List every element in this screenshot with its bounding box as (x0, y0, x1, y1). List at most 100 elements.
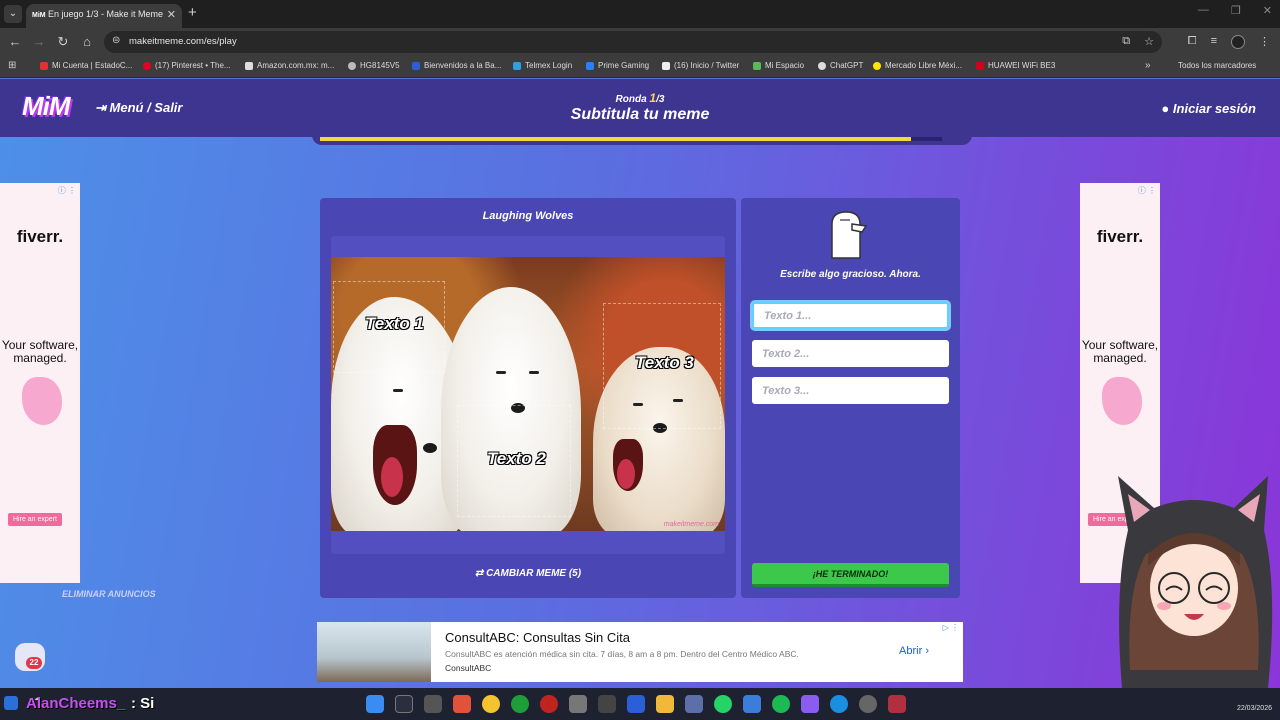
folder-icon[interactable] (656, 695, 674, 713)
caption-input-1[interactable] (752, 302, 949, 329)
bookmark-item[interactable]: (16) Inicio / Twitter (662, 61, 739, 70)
wolf-eye (529, 371, 539, 374)
menu-dots-icon[interactable]: ⋮ (1259, 35, 1270, 49)
network-app-icon[interactable] (685, 695, 703, 713)
ad-choices-icon[interactable]: ▷ ⋮ (943, 623, 959, 632)
bookmark-item[interactable]: Prime Gaming (586, 61, 649, 70)
meme-image: Texto 1 Texto 2 Texto 3 makeitmeme.com (331, 257, 725, 531)
remove-ads-link[interactable]: ELIMINAR ANUNCIOS (62, 589, 156, 599)
search-icon[interactable] (395, 695, 413, 713)
site-header: MiM ⇥ Menú / Salir Ronda 1/3 Subtitula t… (0, 79, 1280, 137)
bottom-ad[interactable]: ConsultABC: Consultas Sin Cita ConsultAB… (317, 622, 963, 682)
meme-text-2: Texto 2 (487, 449, 546, 468)
mercado-libre-icon (873, 61, 881, 70)
toolbar-actions: ⧠ ≡ ⋮ (1188, 35, 1270, 49)
obs-icon[interactable] (859, 695, 877, 713)
cast-icon[interactable]: ⧉ (1122, 35, 1130, 48)
discord-icon[interactable] (801, 695, 819, 713)
widgets-icon[interactable] (4, 696, 18, 710)
caption-input-3[interactable] (752, 377, 949, 404)
ad-cta-button[interactable]: Hire an expert (8, 513, 62, 526)
task-view-icon[interactable] (424, 695, 442, 713)
bookmark-item[interactable]: Bienvenidos a la Ba... (412, 61, 501, 70)
app-red-icon[interactable] (888, 695, 906, 713)
reload-icon[interactable]: ↻ (54, 33, 72, 51)
media-icon[interactable]: ≡ (1211, 35, 1217, 49)
game-page: MiM ⇥ Menú / Salir Ronda 1/3 Subtitula t… (0, 79, 1280, 688)
timer-track (320, 137, 942, 141)
ad-illustration (1102, 377, 1142, 425)
edge-icon[interactable] (830, 695, 848, 713)
bank-icon (412, 61, 420, 70)
ad-open-button[interactable]: Abrir › (899, 645, 929, 657)
spotify-icon[interactable] (772, 695, 790, 713)
url-text[interactable]: makeitmeme.com/es/play (129, 36, 237, 47)
close-window-icon[interactable]: ✕ (1263, 4, 1272, 17)
home-icon[interactable]: ⌂ (78, 33, 96, 51)
minimize-icon[interactable]: — (1198, 4, 1209, 17)
caption-prompt: Escribe algo gracioso. Ahora. (780, 269, 921, 280)
timer-fill (320, 137, 911, 141)
app-icon[interactable] (598, 695, 616, 713)
tab-search-button[interactable]: ⌄ (4, 5, 22, 23)
ad-info-icon[interactable]: ⓘ ⋮ (1138, 185, 1156, 196)
login-label: Iniciar sesión (1172, 101, 1256, 116)
bookmark-item[interactable]: HG8145V5 (348, 61, 400, 70)
bookmark-item[interactable]: Mi Cuenta | EstadoC... (40, 61, 132, 70)
bookmark-item[interactable]: Mercado Libre Méxi... (873, 61, 962, 70)
wolf-eye (496, 371, 506, 374)
ad-illustration (22, 377, 62, 425)
bookmark-item[interactable]: (17) Pinterest • The... (143, 61, 231, 70)
ad-info-icon[interactable]: ⓘ ⋮ (58, 185, 76, 196)
tab-close-icon[interactable]: ✕ (167, 8, 176, 21)
extensions-icon[interactable]: ⧠ (1188, 35, 1197, 49)
tab-strip: ⌄ MiM En juego 1/3 - Make it Meme ✕ + — … (0, 0, 1280, 28)
chevron-double-right-icon[interactable]: » (1145, 60, 1151, 71)
bookmark-favicon (40, 61, 48, 70)
caption-input-2[interactable] (752, 340, 949, 367)
omnibox-actions: ⧉ ☆ (1122, 35, 1154, 48)
new-tab-icon[interactable]: + (188, 4, 197, 21)
opera-icon[interactable] (540, 695, 558, 713)
address-bar[interactable]: ⊜ makeitmeme.com/es/play ⧉ ☆ (104, 31, 1162, 53)
ad-brand: fiverr. (16, 227, 64, 246)
profile-avatar[interactable] (1231, 35, 1245, 49)
chat-message: : Si (131, 695, 155, 712)
all-bookmarks-folder[interactable]: Todos los marcadores (1178, 61, 1256, 70)
chat-username: AlanCheems_ (26, 695, 126, 712)
forward-icon[interactable]: → (30, 33, 48, 51)
round-prefix: Ronda (615, 94, 650, 105)
xbox-icon[interactable] (511, 695, 529, 713)
site-info-icon[interactable]: ⊜ (112, 35, 120, 46)
back-icon[interactable]: ← (6, 33, 24, 51)
brave-icon[interactable] (453, 695, 471, 713)
maximize-icon[interactable]: ❐ (1231, 4, 1241, 17)
bookmark-item[interactable]: Telmex Login (513, 61, 572, 70)
chatgpt-icon (818, 61, 826, 70)
chrome-icon[interactable] (482, 695, 500, 713)
apps-grid-icon[interactable]: ⊞ (8, 60, 16, 71)
meme-panel: Laughing Wolves Texto 1 Texto 2 Texto 3 … (320, 198, 736, 598)
bookmark-item[interactable]: Amazon.com.mx: m... (245, 61, 334, 70)
login-button[interactable]: ● Iniciar sesión (1161, 101, 1256, 116)
whatsapp-icon[interactable] (714, 695, 732, 713)
bookmark-item[interactable]: Mi Espacio (753, 61, 804, 70)
swap-icon: ⇄ (474, 568, 484, 579)
wolf-tongue (617, 459, 635, 489)
ad-title[interactable]: ConsultABC: Consultas Sin Cita (445, 630, 630, 645)
photos-icon[interactable] (743, 695, 761, 713)
bookmark-star-icon[interactable]: ☆ (1144, 35, 1154, 48)
windows-start-icon[interactable] (366, 695, 384, 713)
change-meme-button[interactable]: ⇄ CAMBIAR MEME (5) (320, 568, 736, 579)
bookmark-item[interactable]: HUAWEI WiFi BE3 (976, 61, 1055, 70)
done-button[interactable]: ¡HE TERMINADO! (752, 563, 949, 587)
left-ad[interactable]: ⓘ ⋮ fiverr. Your software, managed. Hire… (0, 183, 80, 583)
store-icon[interactable] (569, 695, 587, 713)
active-tab[interactable]: MiM En juego 1/3 - Make it Meme ✕ (26, 4, 182, 28)
ad-copy: Your software, managed. (1081, 338, 1159, 365)
change-meme-label: CAMBIAR MEME (5) (486, 568, 582, 579)
ad-advertiser: ConsultABC (445, 663, 492, 673)
bookmarks-bar: ⊞ Mi Cuenta | EstadoC... (17) Pinterest … (0, 56, 1280, 78)
editor-icon[interactable] (627, 695, 645, 713)
bookmark-item[interactable]: ChatGPT (818, 61, 863, 70)
